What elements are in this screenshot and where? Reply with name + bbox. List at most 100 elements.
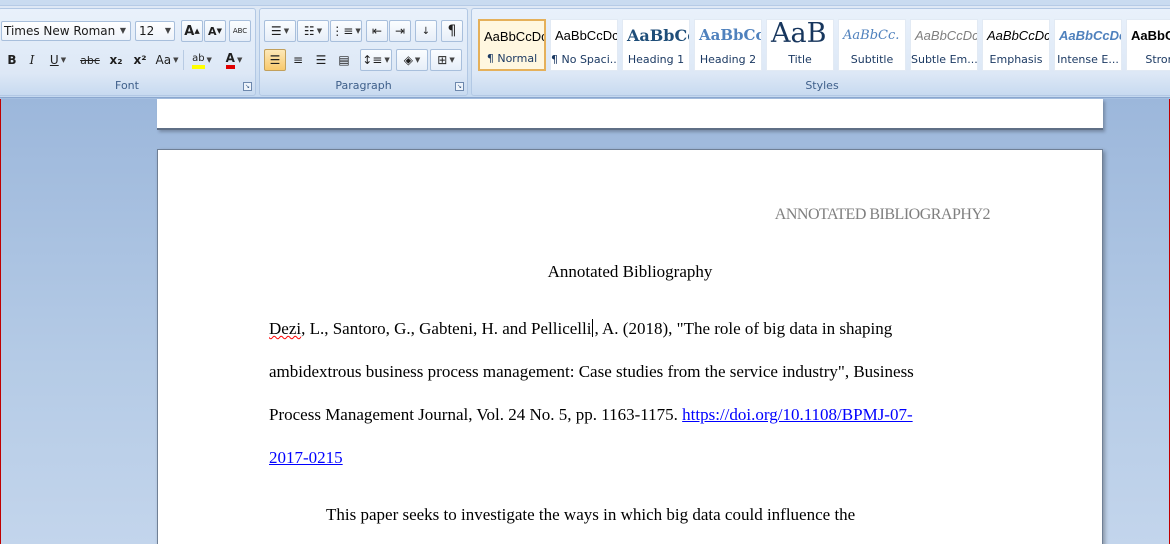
chevron-down-icon: ▼ [173, 56, 179, 64]
reference-text: , L., Santoro, G., Gabteni, H. and Pelli… [301, 319, 592, 338]
document-title: Annotated Bibliography [547, 262, 713, 281]
style-tile-normal[interactable]: AaBbCcDc ¶ Normal [478, 19, 546, 71]
font-group: Times New Roman ▼ 12 ▼ A ▲ A ▼ ABC B I U ▼ … [0, 8, 256, 96]
borders-button[interactable]: ⊞ ▼ [430, 49, 462, 71]
sort-icon: ↓ [421, 25, 431, 37]
italic-label: I [29, 53, 35, 67]
align-center-button[interactable]: ≡ [287, 49, 309, 71]
style-name: ¶ Normal [486, 52, 538, 65]
style-sample: AaBbCc. [843, 28, 900, 43]
font-size-box[interactable]: 12 ▼ [135, 21, 175, 41]
style-sample: AaBbCcDc [484, 29, 546, 44]
style-tile-intense-e[interactable]: AaBbCcDc Intense E... [1054, 19, 1122, 71]
show-formatting-button[interactable]: ¶ [441, 20, 463, 42]
font-color-button[interactable]: A ▼ [219, 49, 249, 71]
style-tile-emphasis[interactable]: AaBbCcDc Emphasis [982, 19, 1050, 71]
line-spacing-icon: ↕≡ [362, 53, 383, 67]
style-sample: AaBbCcDc [987, 28, 1050, 43]
doi-link-continued[interactable]: 2017-0215 [269, 448, 343, 467]
style-name: Intense E... [1057, 53, 1119, 66]
bullet-list-icon: ☰ [270, 24, 282, 38]
style-tile-subtitle[interactable]: AaBbCc. Subtitle [838, 19, 906, 71]
style-tile-no-spaci[interactable]: AaBbCcDc ¶ No Spaci... [550, 19, 618, 71]
line-spacing-button[interactable]: ↕≡ ▼ [360, 49, 392, 71]
highlight-label: ab [192, 53, 205, 64]
doi-link[interactable]: https://doi.org/10.1108/BPMJ-07- [682, 405, 912, 424]
paint-bucket-icon: ◈ [403, 53, 413, 67]
paragraph-group: ☰ ▼ ☷ ▼ ⋮≡ ▼ ⇤ ⇥ ↓ ¶ ☰ ≡ ☰ ▤ ↕≡ ▼ ◈ ▼ ⊞ ▼ Para… [259, 8, 468, 96]
font-size-value: 12 [139, 24, 155, 38]
numbered-list-icon: ☷ [303, 24, 315, 38]
dialog-launcher-icon[interactable]: ↘ [455, 82, 464, 91]
highlight-button[interactable]: ab ▼ [187, 49, 217, 71]
decrease-indent-button[interactable]: ⇤ [366, 20, 388, 42]
bullets-button[interactable]: ☰ ▼ [264, 20, 296, 42]
justify-button[interactable]: ▤ [333, 49, 355, 71]
reference-text: , A. (2018), "The role of big data in sh… [594, 319, 893, 338]
style-name: ¶ No Spaci... [551, 53, 617, 66]
style-tile-heading-2[interactable]: AaBbCc Heading 2 [694, 19, 762, 71]
divider [183, 50, 184, 70]
indent-icon: ⇥ [394, 24, 406, 38]
align-left-button[interactable]: ☰ [264, 49, 286, 71]
style-tile-heading-1[interactable]: AaBbCc Heading 1 [622, 19, 690, 71]
style-name: Heading 2 [699, 53, 757, 66]
borders-icon: ⊞ [437, 53, 448, 67]
style-sample: AaBbCcDc [915, 28, 978, 43]
change-case-button[interactable]: Aa ▼ [153, 49, 181, 71]
font-color-label: A [225, 50, 235, 65]
subscript-button[interactable]: x₂ [105, 49, 127, 71]
document-page[interactable]: ANNOTATED BIBLIOGRAPHY2 Annotated Biblio… [157, 149, 1103, 544]
strikethrough-button[interactable]: abc [77, 49, 103, 71]
italic-button[interactable]: I [21, 49, 43, 71]
sort-button[interactable]: ↓ [415, 20, 437, 42]
numbering-button[interactable]: ☷ ▼ [297, 20, 329, 42]
underline-label: U [49, 53, 59, 67]
paragraph-first-line: This paper seeks to investigate the ways… [326, 505, 856, 524]
multilevel-list-button[interactable]: ⋮≡ ▼ [330, 20, 362, 42]
superscript-label: x² [133, 53, 147, 67]
dialog-launcher-icon[interactable]: ↘ [243, 82, 252, 91]
chevron-down-icon: ▼ [164, 26, 171, 35]
style-tile-title[interactable]: AaB Title [766, 19, 834, 71]
grow-font-button[interactable]: A ▲ [181, 20, 203, 42]
underline-button[interactable]: U ▼ [43, 49, 73, 71]
font-color-icon: A [225, 50, 235, 69]
reference-line-2: ambidextrous business process management… [269, 362, 914, 381]
chevron-down-icon: ▼ [384, 56, 390, 64]
align-right-button[interactable]: ☰ [310, 49, 332, 71]
align-right-icon: ☰ [315, 53, 327, 67]
chevron-down-icon: ▼ [283, 27, 290, 35]
style-name: Subtle Em... [911, 53, 977, 66]
clear-formatting-button[interactable]: ABC [229, 20, 251, 42]
subscript-label: x₂ [109, 53, 123, 67]
font-name-box[interactable]: Times New Roman ▼ [1, 21, 131, 41]
shrink-font-button[interactable]: A ▼ [204, 20, 226, 42]
multilevel-list-icon: ⋮≡ [331, 24, 354, 38]
reference-line-1: Dezi, L., Santoro, G., Gabteni, H. and P… [269, 319, 892, 339]
spelling-error[interactable]: Dezi [269, 319, 301, 338]
bold-button[interactable]: B [1, 49, 23, 71]
strike-label: abc [80, 53, 100, 67]
superscript-button[interactable]: x² [129, 49, 151, 71]
align-center-icon: ≡ [292, 53, 304, 67]
reference-line-4: 2017-0215 [269, 448, 343, 468]
styles-group: AaBbCcDc ¶ Normal AaBbCcDc ¶ No Spaci... AaB… [471, 8, 1170, 96]
ribbon-top-strip [0, 0, 1170, 6]
justify-icon: ▤ [338, 53, 350, 67]
shading-button[interactable]: ◈ ▼ [396, 49, 428, 71]
style-tile-subtle-em[interactable]: AaBbCcDc Subtle Em... [910, 19, 978, 71]
reference-text: Process Management Journal, Vol. 24 No. … [269, 405, 683, 424]
style-name: Heading 1 [627, 53, 685, 66]
chevron-down-icon: ▼ [60, 56, 67, 64]
outdent-icon: ⇤ [371, 24, 383, 38]
eraser-icon: ABC [232, 27, 248, 35]
reference-line-3: Process Management Journal, Vol. 24 No. … [269, 405, 913, 425]
increase-indent-button[interactable]: ⇥ [389, 20, 411, 42]
style-sample: AaB [771, 19, 827, 49]
highlighter-icon: ab [192, 51, 205, 69]
document-workspace: ANNOTATED BIBLIOGRAPHY2 Annotated Biblio… [0, 99, 1170, 544]
grow-font-label: A [184, 23, 195, 39]
pilcrow-icon: ¶ [447, 23, 457, 39]
style-tile-stron[interactable]: AaBbCcDc Stron [1126, 19, 1170, 71]
